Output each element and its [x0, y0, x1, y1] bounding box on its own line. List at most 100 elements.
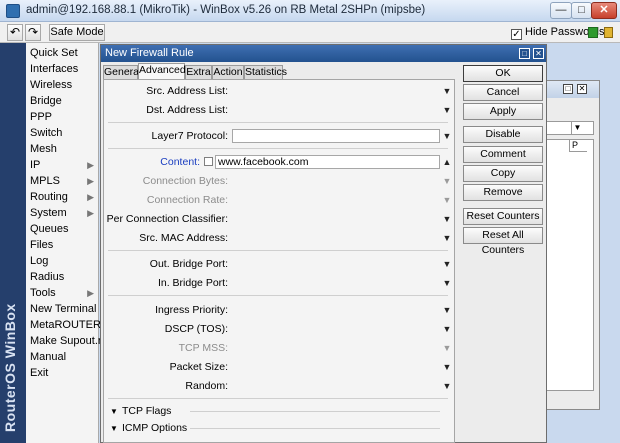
sidebar-item-routing[interactable]: Routing ▶	[26, 189, 99, 205]
cancel-button[interactable]: Cancel	[463, 84, 543, 101]
submenu-arrow-icon: ▶	[87, 176, 94, 186]
toolbar: ↶ ↷ Safe Mode ✓ Hide Passwords	[0, 22, 620, 43]
sidebar-item-label: Bridge	[30, 95, 62, 107]
per-connection-classifier-row: Per Connection Classifier: ▼	[104, 211, 454, 227]
close-icon[interactable]: ✕	[533, 48, 544, 59]
close-icon[interactable]: ✕	[577, 84, 587, 94]
sidebar-item-metarouter[interactable]: MetaROUTER	[26, 317, 101, 333]
maximize-button[interactable]: □	[571, 2, 592, 19]
maximize-icon[interactable]: □	[519, 48, 530, 59]
tab-general[interactable]: General	[103, 65, 141, 79]
tab-action[interactable]: Action	[212, 65, 244, 79]
dropdown-arrow-icon[interactable]: ▼	[441, 102, 453, 118]
dropdown-arrow-icon: ▼	[442, 343, 452, 353]
safe-mode-button[interactable]: Safe Mode	[49, 24, 105, 41]
sidebar-item-mesh[interactable]: Mesh	[26, 141, 99, 157]
field-label: TCP MSS:	[178, 342, 228, 354]
field-label: Layer7 Protocol:	[151, 130, 228, 142]
reset-counters-button[interactable]: Reset Counters	[463, 208, 543, 225]
dropdown-arrow-icon[interactable]: ▼	[441, 359, 453, 375]
ingress-priority-row: Ingress Priority: ▼	[104, 302, 454, 318]
dropdown-arrow-icon[interactable]: ▼	[441, 211, 453, 227]
field-label: Dst. Address List:	[146, 104, 228, 116]
dropdown-arrow-icon[interactable]: ▼	[441, 321, 453, 337]
tcp-flags-section[interactable]: ▼ TCP Flags	[110, 405, 450, 418]
dscp-tos-row: DSCP (TOS): ▼	[104, 321, 454, 337]
layer7-protocol-select[interactable]	[232, 129, 440, 143]
field-label: Packet Size:	[169, 361, 228, 373]
expand-arrow-icon: ▼	[110, 407, 118, 416]
sidebar-item-interfaces[interactable]: Interfaces	[26, 61, 99, 77]
dropdown-arrow-icon[interactable]: ▼	[441, 256, 453, 272]
dropdown-arrow-icon[interactable]: ▼	[441, 275, 453, 291]
sidebar-item-bridge[interactable]: Bridge	[26, 93, 99, 109]
divider	[108, 398, 448, 399]
sidebar-item-files[interactable]: Files	[26, 237, 99, 253]
divider	[108, 250, 448, 251]
sidebar-item-new-terminal[interactable]: New Terminal	[26, 301, 99, 317]
sidebar-item-tools[interactable]: Tools ▶	[26, 285, 99, 301]
remove-button[interactable]: Remove	[463, 184, 543, 201]
collapse-arrow-icon[interactable]: ▲	[441, 154, 453, 170]
close-button[interactable]: ✕	[591, 2, 617, 19]
brand-text: RouterOS WinBox	[2, 303, 18, 432]
reset-all-counters-button[interactable]: Reset All Counters	[463, 227, 543, 256]
sidebar-item-queues[interactable]: Queues	[26, 221, 99, 237]
sidebar-item-label: Routing	[30, 191, 68, 203]
sidebar-item-mpls[interactable]: MPLS ▶	[26, 173, 99, 189]
new-firewall-rule-dialog: New Firewall Rule □ ✕ General Advanced E…	[100, 44, 547, 443]
sidebar-item-system[interactable]: System ▶	[26, 205, 99, 221]
column-header[interactable]: P	[569, 140, 587, 152]
copy-button[interactable]: Copy	[463, 165, 543, 182]
background-window[interactable]: □ ✕ ▼ P	[540, 80, 600, 410]
sidebar-item-label: Wireless	[30, 79, 73, 91]
sidebar-item-switch[interactable]: Switch	[26, 125, 99, 141]
field-label: Out. Bridge Port:	[149, 258, 228, 270]
sidebar-item-label: Exit	[30, 367, 49, 379]
dropdown-arrow-icon[interactable]: ▼	[441, 128, 453, 144]
content-input[interactable]: www.facebook.com	[215, 155, 440, 169]
icmp-options-section[interactable]: ▼ ICMP Options	[110, 422, 450, 435]
ok-button[interactable]: OK	[463, 65, 543, 82]
sidebar-item-manual[interactable]: Manual	[26, 349, 99, 365]
sidebar-item-log[interactable]: Log	[26, 253, 99, 269]
sidebar-item-wireless[interactable]: Wireless	[26, 77, 99, 93]
sidebar-item-quick-set[interactable]: Quick Set	[26, 45, 99, 61]
dropdown-arrow-icon: ▼	[442, 195, 452, 205]
dropdown-arrow-icon[interactable]: ▼	[441, 230, 453, 246]
sidebar-item-ppp[interactable]: PPP	[26, 109, 99, 125]
sidebar-item-label: Make Supout.rif	[30, 335, 108, 347]
disable-button[interactable]: Disable	[463, 126, 543, 143]
dropdown-arrow-icon[interactable]: ▼	[441, 378, 453, 394]
sidebar-item-make-supout[interactable]: Make Supout.rif	[26, 333, 107, 349]
layer7-protocol-row: Layer7 Protocol: ▼	[104, 128, 454, 144]
sidebar-item-ip[interactable]: IP ▶	[26, 157, 99, 173]
dropdown-arrow-icon[interactable]: ▼	[441, 83, 453, 99]
background-list[interactable]: P	[546, 139, 594, 391]
sidebar-item-label: New Terminal	[30, 303, 97, 315]
hide-passwords-checkbox[interactable]: ✓	[511, 29, 522, 40]
expand-arrow-icon: ▼	[110, 424, 118, 433]
apply-button[interactable]: Apply	[463, 103, 543, 120]
sidebar-item-radius[interactable]: Radius	[26, 269, 99, 285]
field-label: Src. Address List:	[146, 85, 228, 97]
tab-statistics[interactable]: Statistics	[244, 65, 287, 79]
field-label: Content:	[160, 156, 200, 168]
sidebar-item-label: MPLS	[30, 175, 60, 187]
in-bridge-port-row: In. Bridge Port: ▼	[104, 275, 454, 291]
undo-button[interactable]: ↶	[7, 24, 23, 41]
comment-button[interactable]: Comment	[463, 146, 543, 163]
dropdown-arrow-icon[interactable]: ▼	[441, 302, 453, 318]
invert-checkbox[interactable]	[204, 157, 213, 166]
redo-button[interactable]: ↷	[25, 24, 41, 41]
sidebar-item-exit[interactable]: Exit	[26, 365, 99, 381]
tab-extra[interactable]: Extra	[185, 65, 212, 79]
maximize-icon[interactable]: □	[563, 84, 573, 94]
minimize-button[interactable]: —	[550, 2, 572, 19]
dialog-title: New Firewall Rule	[105, 47, 194, 59]
field-label: Connection Bytes:	[142, 175, 228, 187]
background-filter-field[interactable]	[546, 121, 594, 135]
tcp-mss-row: TCP MSS: ▼	[104, 340, 454, 356]
dropdown-arrow-icon[interactable]: ▼	[571, 121, 583, 135]
tab-advanced[interactable]: Advanced	[138, 63, 186, 79]
